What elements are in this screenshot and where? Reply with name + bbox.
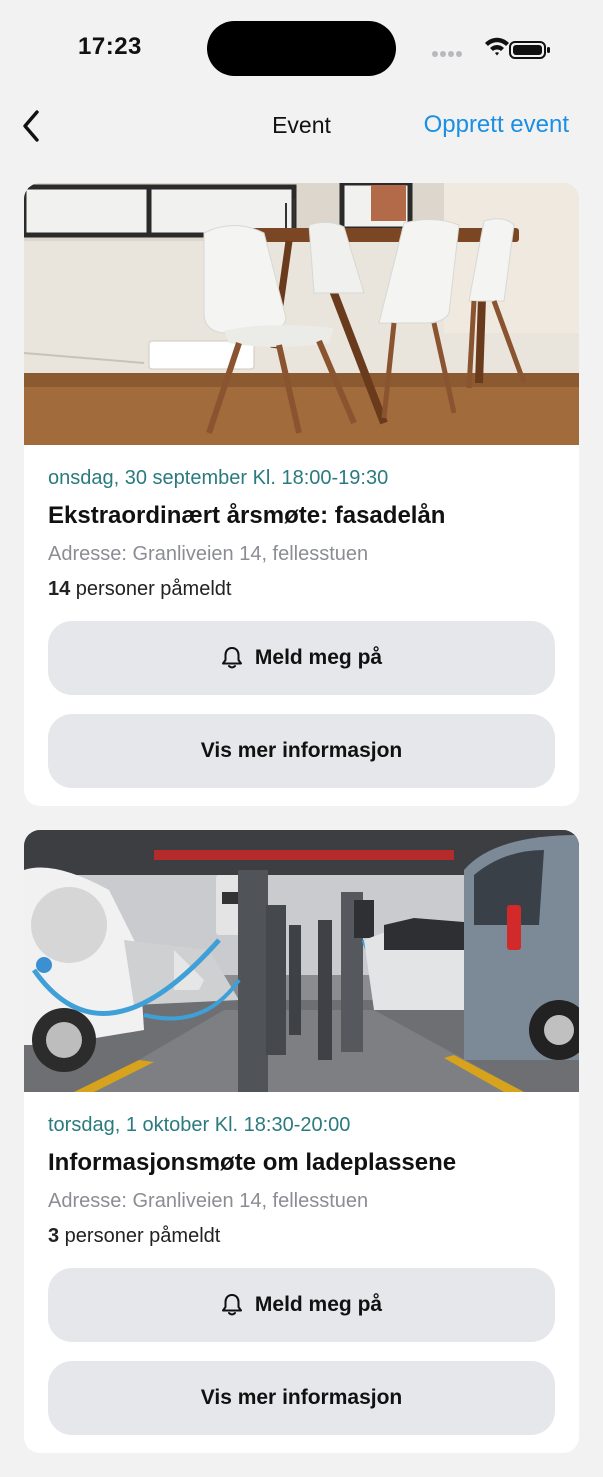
signal-dots-icon — [432, 51, 462, 57]
create-event-button[interactable]: Opprett event — [424, 111, 569, 139]
attendee-count: 3 — [48, 1225, 60, 1247]
more-info-button[interactable]: Vis mer informasjon — [48, 1361, 555, 1435]
event-attendees: 14 personer påmeldt — [48, 578, 555, 601]
attendee-label: personer påmeldt — [59, 1225, 221, 1247]
bell-icon — [221, 646, 243, 670]
register-label: Meld meg på — [254, 1293, 383, 1316]
register-button[interactable]: Meld meg på — [48, 1268, 555, 1342]
bell-icon — [221, 1293, 243, 1317]
register-label: Meld meg på — [254, 646, 383, 669]
event-address: Adresse: Granliveien 14, fellesstuen — [48, 543, 369, 565]
event-title: Ekstraordinært årsmøte: fasadelån — [48, 502, 446, 529]
attendee-label: personer påmeldt — [70, 578, 232, 600]
event-attendees: 3 personer påmeldt — [48, 1225, 555, 1248]
event-title: Informasjonsmøte om ladeplassene — [48, 1149, 457, 1176]
status-bar: 17:23 — [0, 0, 603, 96]
register-button[interactable]: Meld meg på — [48, 621, 555, 695]
meeting-room-photo — [24, 183, 579, 445]
event-card: torsdag, 1 oktober Kl. 18:30-20:00 Infor… — [24, 830, 579, 1453]
attendee-count: 14 — [48, 578, 71, 600]
event-feed: onsdag, 30 september Kl. 18:00-19:30 Eks… — [24, 183, 579, 1477]
status-time: 17:23 — [78, 33, 142, 60]
event-details: onsdag, 30 september Kl. 18:00-19:30 Eks… — [24, 445, 579, 806]
wifi-icon — [485, 37, 509, 56]
nav-bar: Event Opprett event — [0, 96, 603, 160]
more-info-label: Vis mer informasjon — [200, 1386, 403, 1409]
event-details: torsdag, 1 oktober Kl. 18:30-20:00 Infor… — [24, 1092, 579, 1453]
event-date: torsdag, 1 oktober Kl. 18:30-20:00 — [48, 1114, 351, 1136]
event-date: onsdag, 30 september Kl. 18:00-19:30 — [48, 467, 389, 489]
status-icons — [432, 37, 550, 59]
event-address: Adresse: Granliveien 14, fellesstuen — [48, 1190, 369, 1212]
ev-charging-garage-photo — [24, 830, 579, 1092]
dynamic-island — [207, 21, 396, 76]
event-card: onsdag, 30 september Kl. 18:00-19:30 Eks… — [24, 183, 579, 806]
more-info-label: Vis mer informasjon — [200, 739, 403, 762]
battery-icon — [509, 41, 550, 59]
more-info-button[interactable]: Vis mer informasjon — [48, 714, 555, 788]
